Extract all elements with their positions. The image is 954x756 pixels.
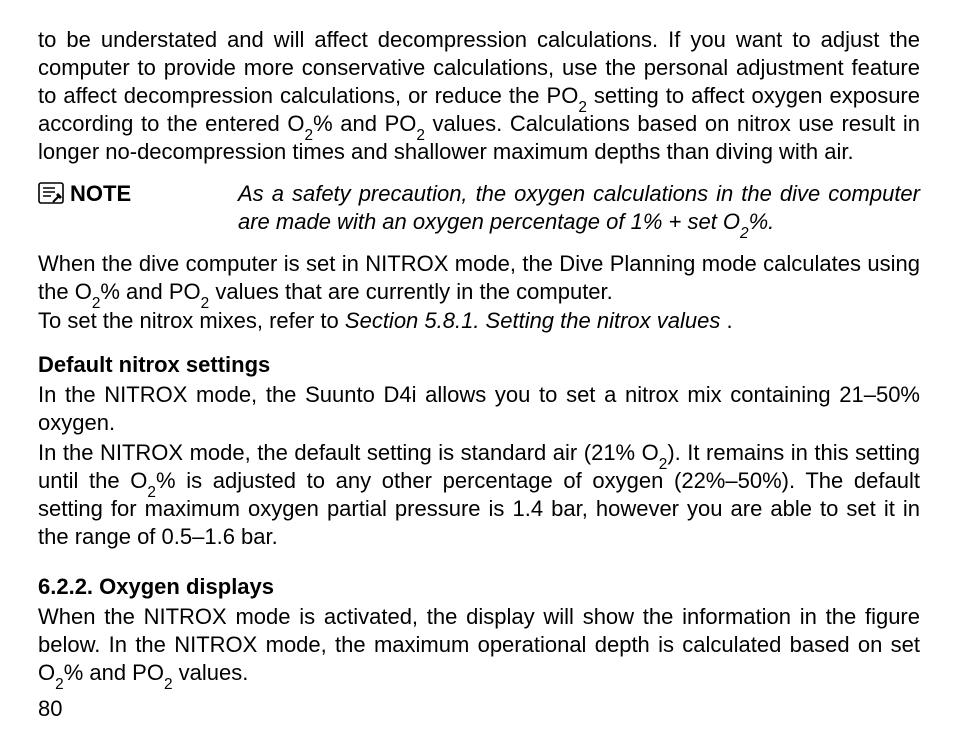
- subscript-2: 2: [659, 456, 668, 473]
- subscript-2: 2: [578, 99, 587, 116]
- text: % and PO: [64, 660, 164, 685]
- subscript-2: 2: [740, 225, 749, 242]
- default-nitrox-p1: In the NITROX mode, the Suunto D4i allow…: [38, 381, 920, 437]
- text: % and PO: [100, 279, 200, 304]
- note-block: NOTE As a safety precaution, the oxygen …: [38, 180, 920, 236]
- text: In the NITROX mode, the default setting …: [38, 440, 659, 465]
- text: As a safety precaution, the oxygen calcu…: [238, 181, 920, 234]
- note-label: NOTE: [38, 180, 238, 236]
- subscript-2: 2: [305, 127, 314, 144]
- text: % is adjusted to any other percentage of…: [38, 468, 920, 549]
- subscript-2: 2: [416, 127, 425, 144]
- text: values that are currently in the compute…: [209, 279, 613, 304]
- subscript-2: 2: [201, 295, 210, 312]
- oxygen-displays-p1: When the NITROX mode is activated, the d…: [38, 603, 920, 687]
- oxygen-displays-heading: 6.2.2. Oxygen displays: [38, 573, 920, 601]
- note-icon: [38, 182, 64, 204]
- note-body: As a safety precaution, the oxygen calcu…: [238, 180, 920, 236]
- text: %.: [749, 209, 775, 234]
- default-nitrox-heading: Default nitrox settings: [38, 351, 920, 379]
- text: .: [720, 308, 732, 333]
- intro-paragraph: to be understated and will affect decomp…: [38, 26, 920, 166]
- subscript-2: 2: [164, 676, 173, 693]
- text: % and PO: [313, 111, 416, 136]
- subscript-2: 2: [55, 676, 64, 693]
- default-nitrox-p2: In the NITROX mode, the default setting …: [38, 439, 920, 551]
- subscript-2: 2: [92, 295, 101, 312]
- section-reference: Section 5.8.1. Setting the nitrox values: [345, 308, 720, 333]
- note-label-text: NOTE: [70, 180, 131, 208]
- text: values.: [173, 660, 249, 685]
- subscript-2: 2: [147, 484, 156, 501]
- text: To set the nitrox mixes, refer to: [38, 308, 345, 333]
- after-note-p2: To set the nitrox mixes, refer to Sectio…: [38, 307, 920, 335]
- after-note-p1: When the dive computer is set in NITROX …: [38, 250, 920, 306]
- text: When the NITROX mode is activated, the d…: [38, 604, 920, 685]
- page-number: 80: [38, 695, 920, 723]
